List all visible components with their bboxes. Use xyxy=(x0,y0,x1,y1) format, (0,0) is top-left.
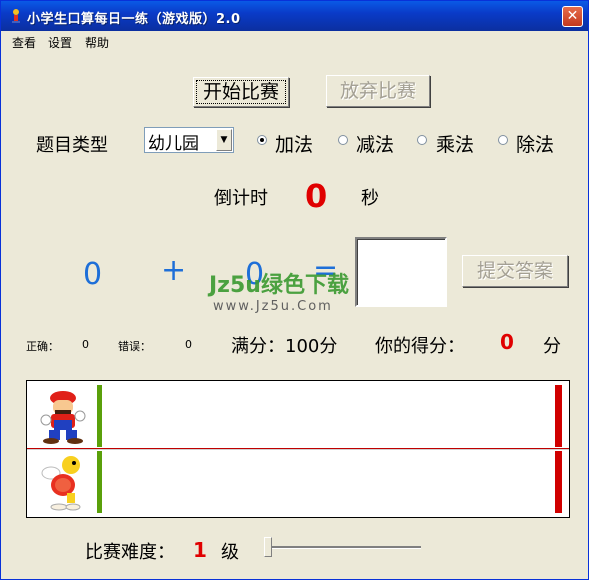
answer-input[interactable] xyxy=(355,237,447,307)
countdown-label: 倒计时 xyxy=(214,188,268,209)
close-button[interactable]: ✕ xyxy=(562,6,583,27)
difficulty-slider-track[interactable] xyxy=(269,546,421,549)
correct-count: 0 xyxy=(82,338,89,351)
koopa-paratroopa-icon xyxy=(41,456,81,511)
radio-subtraction[interactable] xyxy=(338,135,348,145)
lane-divider-shadow xyxy=(27,449,569,450)
question-type-label: 题目类型 xyxy=(36,135,108,156)
wrong-label: 错误： xyxy=(118,340,151,353)
abandon-race-button[interactable]: 放弃比赛 xyxy=(326,75,430,107)
countdown-value: 0 xyxy=(305,177,328,215)
radio-multiplication[interactable] xyxy=(417,135,427,145)
menu-bar: 查看 设置 帮助 xyxy=(1,31,588,51)
operator-sign: + xyxy=(161,253,187,288)
window-title: 小学生口算每日一练（游戏版）2.0 xyxy=(27,12,241,27)
radio-division[interactable] xyxy=(498,135,508,145)
difficulty-unit: 级 xyxy=(221,542,239,563)
finish-line-lane-2 xyxy=(555,451,562,513)
radio-addition[interactable] xyxy=(257,135,267,145)
difficulty-label: 比赛难度： xyxy=(85,542,175,563)
countdown-unit: 秒 xyxy=(361,188,379,209)
app-icon xyxy=(12,9,20,23)
finish-line-lane-1 xyxy=(555,385,562,447)
radio-subtraction-label[interactable]: 减法 xyxy=(356,130,394,157)
menu-settings[interactable]: 设置 xyxy=(48,34,72,51)
mario-icon xyxy=(40,391,86,444)
radio-division-label[interactable]: 除法 xyxy=(516,130,554,157)
start-line-lane-2 xyxy=(97,451,102,513)
grade-select[interactable]: 幼儿园 ▼ xyxy=(144,127,234,154)
submit-answer-button[interactable]: 提交答案 xyxy=(462,255,568,287)
title-bar[interactable]: 小学生口算每日一练（游戏版）2.0 ✕ xyxy=(1,1,588,31)
app-window: 小学生口算每日一练（游戏版）2.0 ✕ 查看 设置 帮助 开始比赛 放弃比赛 题… xyxy=(0,0,589,580)
your-score-label: 你的得分： xyxy=(375,336,465,357)
chevron-down-icon[interactable]: ▼ xyxy=(216,129,232,151)
radio-multiplication-label[interactable]: 乘法 xyxy=(436,130,474,157)
full-score-label: 满分：100分 xyxy=(231,336,338,357)
correct-label: 正确： xyxy=(26,340,59,353)
menu-help[interactable]: 帮助 xyxy=(85,34,109,51)
difficulty-value: 1 xyxy=(193,538,207,562)
grade-select-value: 幼儿园 xyxy=(148,134,199,154)
watermark-brand: Jz5u绿色下载 xyxy=(209,273,349,298)
radio-addition-label[interactable]: 加法 xyxy=(275,130,313,157)
operand-left: 0 xyxy=(83,257,103,292)
wrong-count: 0 xyxy=(185,338,192,351)
your-score-value: 0 xyxy=(500,330,514,354)
menu-view[interactable]: 查看 xyxy=(12,34,36,51)
score-unit: 分 xyxy=(543,336,561,357)
difficulty-slider-thumb[interactable] xyxy=(264,537,272,557)
start-line-lane-1 xyxy=(97,385,102,447)
start-race-button[interactable]: 开始比赛 xyxy=(193,77,289,107)
race-track xyxy=(26,380,570,518)
watermark-url: www.Jz5u.Com xyxy=(213,299,333,314)
